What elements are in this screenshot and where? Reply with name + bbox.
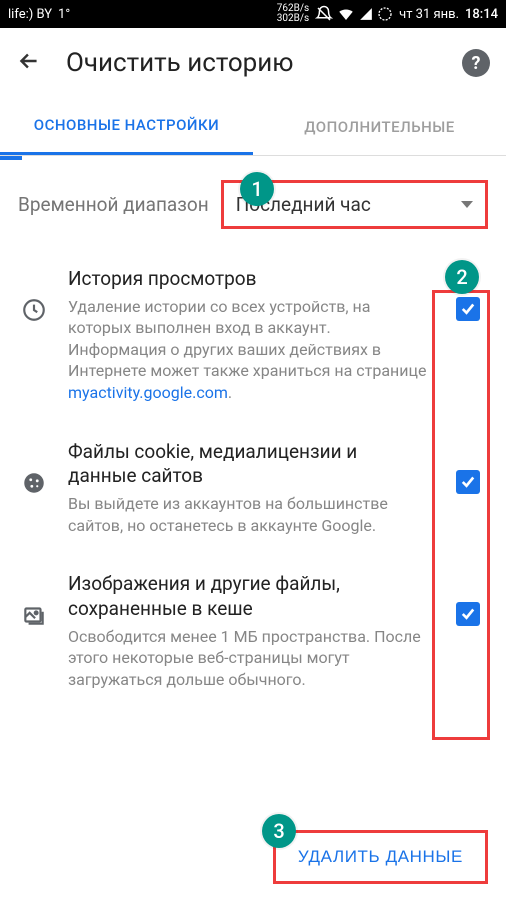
option-body: Изображения и другие файлы, сохраненные … (68, 572, 430, 690)
option-desc: Освободится менее 1 МБ пространства. Пос… (68, 626, 430, 691)
tabs: ОСНОВНЫЕ НАСТРОЙКИ ДОПОЛНИТЕЛЬНЫЕ (0, 98, 506, 156)
option-title: Изображения и другие файлы, сохраненные … (68, 572, 430, 621)
myactivity-link[interactable]: myactivity.google.com (68, 383, 228, 402)
chevron-down-icon (461, 201, 473, 208)
help-button[interactable]: ? (462, 49, 490, 77)
checkbox-cache[interactable] (456, 602, 480, 626)
clock-icon (18, 267, 50, 323)
status-left: life:) BY 1° (8, 7, 70, 22)
option-desc: Удаление истории со всех устройств, на к… (68, 296, 430, 404)
annotation-badge-2: 2 (445, 260, 479, 294)
option-body: История просмотров Удаление истории со в… (68, 267, 430, 404)
status-bar: life:) BY 1° 762B/s 302B/s чт 31 янв. 18… (0, 0, 506, 28)
option-cookies[interactable]: Файлы cookie, медиалицензии и данные сай… (0, 422, 506, 555)
back-button[interactable] (16, 48, 42, 78)
settings-loading-icon (377, 6, 393, 22)
status-icons (315, 5, 393, 23)
option-desc-pre: Удаление истории со всех устройств, на к… (68, 297, 426, 381)
option-desc-post: . (228, 383, 232, 402)
temperature-label: 1° (58, 7, 70, 22)
wifi-icon (337, 5, 355, 23)
annotation-badge-1: 1 (240, 172, 274, 206)
speed-up: 302B/s (277, 14, 309, 24)
network-speeds: 762B/s 302B/s (277, 4, 309, 24)
carrier-label: life:) BY (8, 7, 52, 22)
check-icon (459, 605, 477, 623)
tab-basic[interactable]: ОСНОВНЫЕ НАСТРОЙКИ (0, 98, 253, 155)
status-right: 762B/s 302B/s чт 31 янв. 18:14 (277, 4, 498, 24)
arrow-left-icon (16, 48, 42, 74)
option-checkbox-cell (448, 440, 488, 494)
option-browsing-history[interactable]: История просмотров Удаление истории со в… (0, 249, 506, 422)
check-icon (459, 473, 477, 491)
app-bar: Очистить историю ? (0, 28, 506, 98)
cell-icon (359, 7, 373, 21)
option-body: Файлы cookie, медиалицензии и данные сай… (68, 440, 430, 537)
image-icon (18, 572, 50, 628)
page-title: Очистить историю (66, 48, 438, 78)
content: Временной диапазон Последний час История… (0, 156, 506, 708)
dnd-icon (315, 5, 333, 23)
checkbox-history[interactable] (456, 297, 480, 321)
checkbox-cookies[interactable] (456, 470, 480, 494)
tab-advanced[interactable]: ДОПОЛНИТЕЛЬНЫЕ (253, 98, 506, 155)
annotation-badge-3: 3 (262, 814, 296, 848)
date-label: чт 31 янв. (399, 7, 459, 22)
option-desc: Вы выйдете из аккаунтов на большинстве с… (68, 493, 430, 536)
time-label: 18:14 (465, 7, 498, 22)
time-range-label: Временной диапазон (18, 193, 209, 216)
check-icon (459, 300, 477, 318)
delete-data-button[interactable]: УДАЛИТЬ ДАННЫЕ (273, 830, 488, 884)
cookie-icon (18, 440, 50, 496)
option-cached-images[interactable]: Изображения и другие файлы, сохраненные … (0, 554, 506, 708)
option-title: История просмотров (68, 267, 430, 292)
question-icon: ? (472, 53, 481, 74)
option-checkbox-cell (448, 572, 488, 626)
option-title: Файлы cookie, медиалицензии и данные сай… (68, 440, 430, 489)
